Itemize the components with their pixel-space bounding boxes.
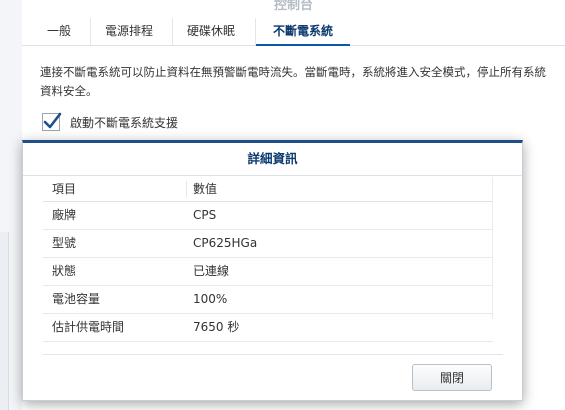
column-header-value[interactable]: 數值: [193, 177, 217, 201]
row-value: 已連線: [193, 264, 230, 278]
table-row[interactable]: 狀態 已連線: [43, 258, 493, 286]
enable-ups-checkbox[interactable]: [42, 112, 62, 131]
row-value: 7650 秒: [193, 320, 240, 334]
row-item: 狀態: [52, 264, 77, 278]
row-item: 型號: [52, 236, 77, 250]
ups-description: 連接不斷電系統可以防止資料在無預警斷電時流失。當斷電時，系統將進入安全模式，停止…: [40, 63, 565, 101]
column-divider: [186, 181, 187, 197]
table-row[interactable]: 廠牌 CPS: [43, 202, 493, 230]
row-value: CP625HGa: [193, 236, 258, 250]
enable-ups-label: 啟動不斷電系統支援: [70, 115, 179, 130]
background-side-panel: [0, 232, 9, 410]
description-line-2: 資料安全。: [40, 84, 98, 98]
row-value: 100%: [193, 292, 228, 306]
table-row[interactable]: 估計供電時間 7650 秒: [43, 314, 493, 342]
close-button[interactable]: 關閉: [412, 364, 492, 391]
row-value: CPS: [193, 208, 217, 222]
details-table: 項目 數值 廠牌 CPS 型號 CP625HGa 狀態 已連線 電池容量 100…: [43, 177, 493, 342]
tab-ups[interactable]: 不斷電系統: [255, 18, 350, 46]
row-item: 廠牌: [52, 208, 77, 222]
table-row[interactable]: 型號 CP625HGa: [43, 230, 493, 258]
window-title: 控制台: [273, 0, 313, 13]
tab-power-schedule[interactable]: 電源排程: [90, 18, 167, 45]
table-right-border: [492, 177, 493, 319]
description-line-1: 連接不斷電系統可以防止資料在無預警斷電時流失。當斷電時，系統將進入安全模式，停止…: [40, 65, 546, 79]
tab-general[interactable]: 一般: [34, 18, 84, 45]
column-header-item[interactable]: 項目: [52, 177, 76, 201]
tab-bar: 一般 電源排程 硬碟休眠 不斷電系統: [22, 18, 565, 46]
tab-hdd-hibernation[interactable]: 硬碟休眠: [172, 18, 249, 45]
row-item: 電池容量: [52, 292, 101, 306]
dialog-title: 詳細資訊: [23, 143, 522, 176]
table-header: 項目 數值: [43, 177, 493, 202]
dialog-footer-divider: [43, 354, 503, 355]
row-item: 估計供電時間: [52, 320, 125, 334]
checkmark-icon: [43, 112, 62, 129]
enable-ups-option[interactable]: 啟動不斷電系統支援: [42, 112, 178, 132]
details-dialog: 詳細資訊 項目 數值 廠牌 CPS 型號 CP625HGa 狀態 已連線 電池容…: [22, 140, 523, 401]
table-row[interactable]: 電池容量 100%: [43, 286, 493, 314]
